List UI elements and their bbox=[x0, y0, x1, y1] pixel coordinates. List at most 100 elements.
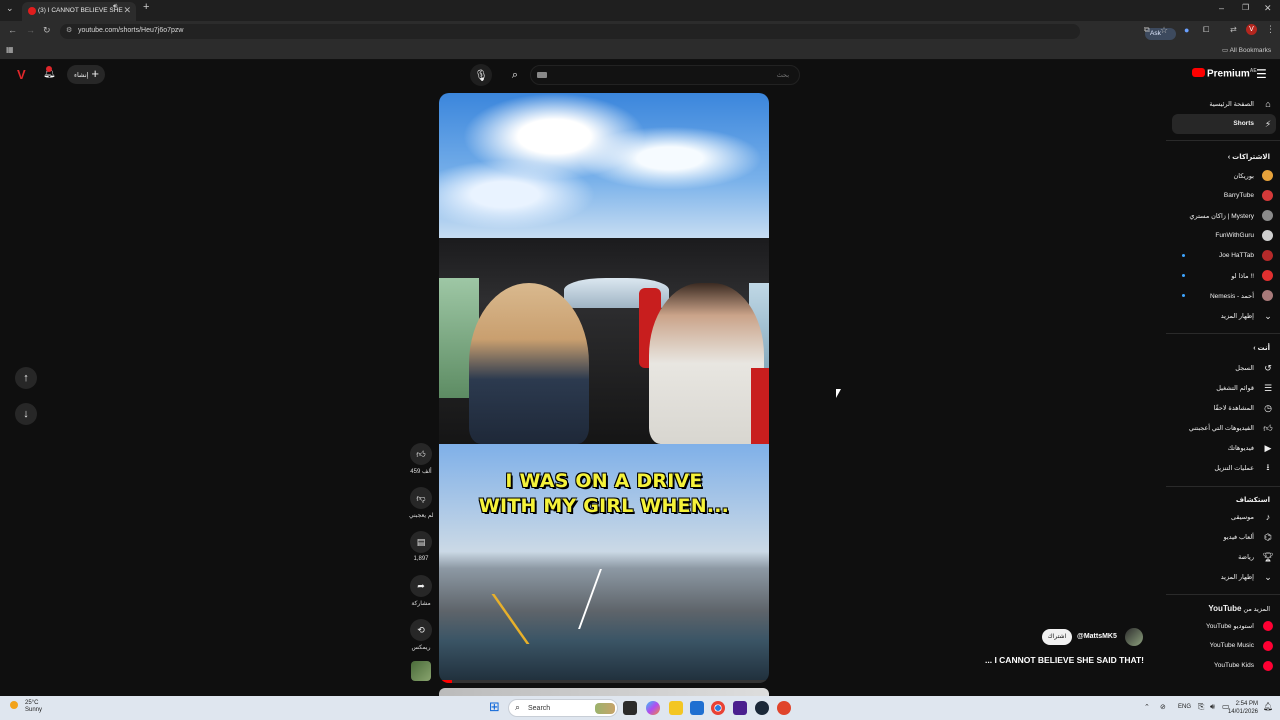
voice-search-icon[interactable]: 🎙︎ bbox=[470, 64, 492, 86]
browser-tab-bar: ⌄ (3) I CANNOT BELIEVE SHE 🔊︎ ✕ + – ❐ ✕ bbox=[0, 0, 1280, 21]
network-icon[interactable]: ⎘ bbox=[1198, 702, 1204, 712]
sidebar-item-subscription[interactable]: Nemesis - أحمد bbox=[1172, 286, 1276, 306]
comment-icon[interactable]: ▤ bbox=[410, 531, 432, 553]
input-language[interactable]: ENG bbox=[1178, 704, 1191, 710]
extensions-puzzle-icon[interactable]: ⧠ bbox=[1203, 25, 1209, 35]
channel-avatar bbox=[1262, 210, 1273, 221]
profile-avatar-icon[interactable]: V bbox=[1246, 24, 1257, 35]
vivaldi-taskbar-icon[interactable] bbox=[777, 701, 791, 715]
window-close-icon[interactable]: ✕ bbox=[1264, 3, 1272, 14]
site-info-icon[interactable]: ⚙ bbox=[66, 26, 72, 34]
sidebar-item-subscription[interactable]: بوريكان bbox=[1172, 166, 1276, 186]
weather-widget[interactable]: 25°C Sunny bbox=[10, 700, 42, 714]
channel-avatar bbox=[1262, 230, 1273, 241]
extension-icon[interactable]: ● bbox=[1184, 25, 1189, 35]
channel-avatar[interactable] bbox=[1125, 628, 1143, 646]
video-title[interactable]: ... I CANNOT BELIEVE SHE SAID THAT! bbox=[900, 655, 1144, 665]
dislike-action[interactable]: 👎︎ لم يعجبني bbox=[409, 487, 434, 519]
reload-icon[interactable]: ↻ bbox=[43, 25, 51, 36]
keyboard-icon[interactable] bbox=[537, 72, 547, 78]
taskbar-search[interactable]: ⌕ Search bbox=[508, 699, 618, 717]
sidebar-item-subscription[interactable]: BarryTube bbox=[1172, 186, 1276, 206]
tab-close-icon[interactable]: ✕ bbox=[123, 5, 131, 16]
vivaldi-logo-icon[interactable]: V bbox=[17, 67, 26, 82]
sidebar-item-you[interactable]: المشاهدة لاحقًا ◷ bbox=[1172, 398, 1276, 418]
all-bookmarks-link[interactable]: ▭ All Bookmarks bbox=[1222, 46, 1271, 54]
create-button[interactable]: إنشاء + bbox=[67, 65, 105, 84]
sidebar-item-explore[interactable]: موسيقى ♪ bbox=[1172, 507, 1276, 527]
sidebar-item-you[interactable]: السجل ↺ bbox=[1172, 358, 1276, 378]
steam-icon[interactable] bbox=[755, 701, 769, 715]
file-explorer-icon[interactable] bbox=[669, 701, 683, 715]
tray-chevron-icon[interactable]: ⌃ bbox=[1144, 703, 1150, 711]
sound-thumbnail[interactable] bbox=[411, 661, 431, 681]
share-action[interactable]: ➦ مشاركة bbox=[409, 575, 433, 607]
sidebar-item-you[interactable]: فيديوهاتك ▶ bbox=[1172, 438, 1276, 458]
subscriptions-heading[interactable]: ‹ الاشتراكات bbox=[1228, 153, 1270, 161]
minimize-icon[interactable]: – bbox=[1219, 3, 1224, 13]
you-heading[interactable]: ‹ أنت bbox=[1253, 344, 1270, 352]
sidebar-item-subscription[interactable]: FunWithGuru bbox=[1172, 226, 1276, 246]
sidebar-show-more-explore[interactable]: إظهار المزيد ⌄ bbox=[1172, 567, 1276, 587]
guide-menu-icon[interactable]: ☰ bbox=[1256, 67, 1267, 81]
menu-kebab-icon[interactable]: ⋮ bbox=[1266, 24, 1275, 35]
copilot-icon[interactable] bbox=[646, 701, 660, 715]
sidebar-item-subscription[interactable]: Joe HaTTab bbox=[1172, 246, 1276, 266]
sidebar-item-youtube-app[interactable]: YouTube Music bbox=[1172, 636, 1276, 656]
sidebar-item-shorts[interactable]: Shorts ⚡︎ bbox=[1172, 114, 1276, 134]
search-input[interactable]: بحث bbox=[530, 65, 800, 85]
sidebar-item-explore[interactable]: رياضة 🏆︎ bbox=[1172, 547, 1276, 567]
bookmark-star-icon[interactable]: ☆ bbox=[1160, 25, 1168, 36]
next-short-arrow-icon[interactable]: ↓ bbox=[15, 403, 37, 425]
maximize-icon[interactable]: ❐ bbox=[1242, 3, 1249, 12]
clock[interactable]: 2:54 PM 14/01/2026 bbox=[1228, 700, 1258, 716]
previous-short-arrow-icon[interactable]: ↑ bbox=[15, 367, 37, 389]
remix-action[interactable]: ⟲ ريمكس bbox=[409, 619, 433, 651]
notification-center-icon[interactable]: 🔔︎ bbox=[1263, 702, 1273, 711]
task-view-icon[interactable] bbox=[623, 701, 637, 715]
remix-icon[interactable]: ⟲ bbox=[410, 619, 432, 641]
shorts-video-player[interactable]: I WAS ON A DRIVE WITH MY GIRL WHEN... bbox=[439, 93, 769, 683]
sidebar-item-youtube-app[interactable]: YouTube Kids bbox=[1172, 656, 1276, 676]
sidebar-item-youtube-app[interactable]: YouTube استوديو bbox=[1172, 616, 1276, 636]
like-action[interactable]: 👍︎ 459 ألف bbox=[409, 443, 433, 475]
browser-tab[interactable]: (3) I CANNOT BELIEVE SHE 🔊︎ ✕ bbox=[22, 2, 136, 21]
comments-action[interactable]: ▤ 1,897 bbox=[409, 531, 433, 562]
omnibox[interactable]: ⚙ youtube.com/shorts/Heu7j6o7pzw Ask Goo… bbox=[60, 24, 1176, 49]
sidebar-item-subscription[interactable]: ماذا لو !! bbox=[1172, 266, 1276, 286]
sidebar-item-you[interactable]: الفيديوهات التي أعجبتني 👍︎ bbox=[1172, 418, 1276, 438]
subscribe-button[interactable]: اشتراك bbox=[1042, 629, 1072, 645]
search-icon[interactable]: ⌕ bbox=[504, 64, 526, 86]
channel-handle[interactable]: @MattsMK5 bbox=[1077, 633, 1117, 640]
apps-grid-icon[interactable]: ▦ bbox=[6, 45, 14, 54]
speaker-icon[interactable]: 🔊︎ bbox=[113, 3, 117, 11]
tab-list-icon[interactable]: ⌄ bbox=[6, 3, 14, 14]
plus-icon: + bbox=[91, 66, 99, 81]
thumbs-up-icon[interactable]: 👍︎ bbox=[410, 443, 432, 465]
sidebar-item-explore[interactable]: ألعاب فيديو ⌬ bbox=[1172, 527, 1276, 547]
sidebar-item-you[interactable]: قوائم التشغيل ☰ bbox=[1172, 378, 1276, 398]
sidebar-item-label: بوريكان bbox=[1233, 173, 1254, 180]
sidebar-item-home[interactable]: الصفحة الرئيسية ⌂ bbox=[1172, 94, 1276, 114]
back-icon[interactable]: ← bbox=[8, 25, 17, 35]
app-icon-purple[interactable] bbox=[733, 701, 747, 715]
store-icon[interactable] bbox=[690, 701, 704, 715]
install-icon[interactable]: ⧉ bbox=[1144, 25, 1150, 35]
tray-app-icon[interactable]: ⊘ bbox=[1160, 703, 1166, 711]
chrome-icon[interactable] bbox=[711, 701, 725, 715]
new-tab-icon[interactable]: + bbox=[143, 1, 149, 13]
windows-start-icon[interactable]: ⊞ bbox=[489, 699, 503, 714]
thumbs-down-icon[interactable]: 👎︎ bbox=[410, 487, 432, 509]
youtube-premium-logo[interactable]: PremiumAE bbox=[1192, 68, 1257, 79]
share-icon[interactable]: ➦ bbox=[410, 575, 432, 597]
sidebar-show-more-subscriptions[interactable]: إظهار المزيد ⌄ bbox=[1172, 306, 1276, 326]
forward-icon[interactable]: → bbox=[26, 25, 35, 35]
sidebar-item-you[interactable]: عمليات التنزيل ⭳ bbox=[1172, 458, 1276, 478]
sidebar-item-subscription[interactable]: زاكان مستري | Mystery bbox=[1172, 206, 1276, 226]
driver-figure bbox=[649, 283, 764, 444]
clock-time: 2:54 PM bbox=[1235, 701, 1258, 707]
volume-icon[interactable]: 🔊︎ bbox=[1210, 702, 1215, 712]
video-progress-bar[interactable] bbox=[439, 680, 769, 683]
media-icon[interactable]: ⇄ bbox=[1230, 25, 1237, 34]
sidebar-item-label: YouTube Kids bbox=[1214, 662, 1254, 669]
